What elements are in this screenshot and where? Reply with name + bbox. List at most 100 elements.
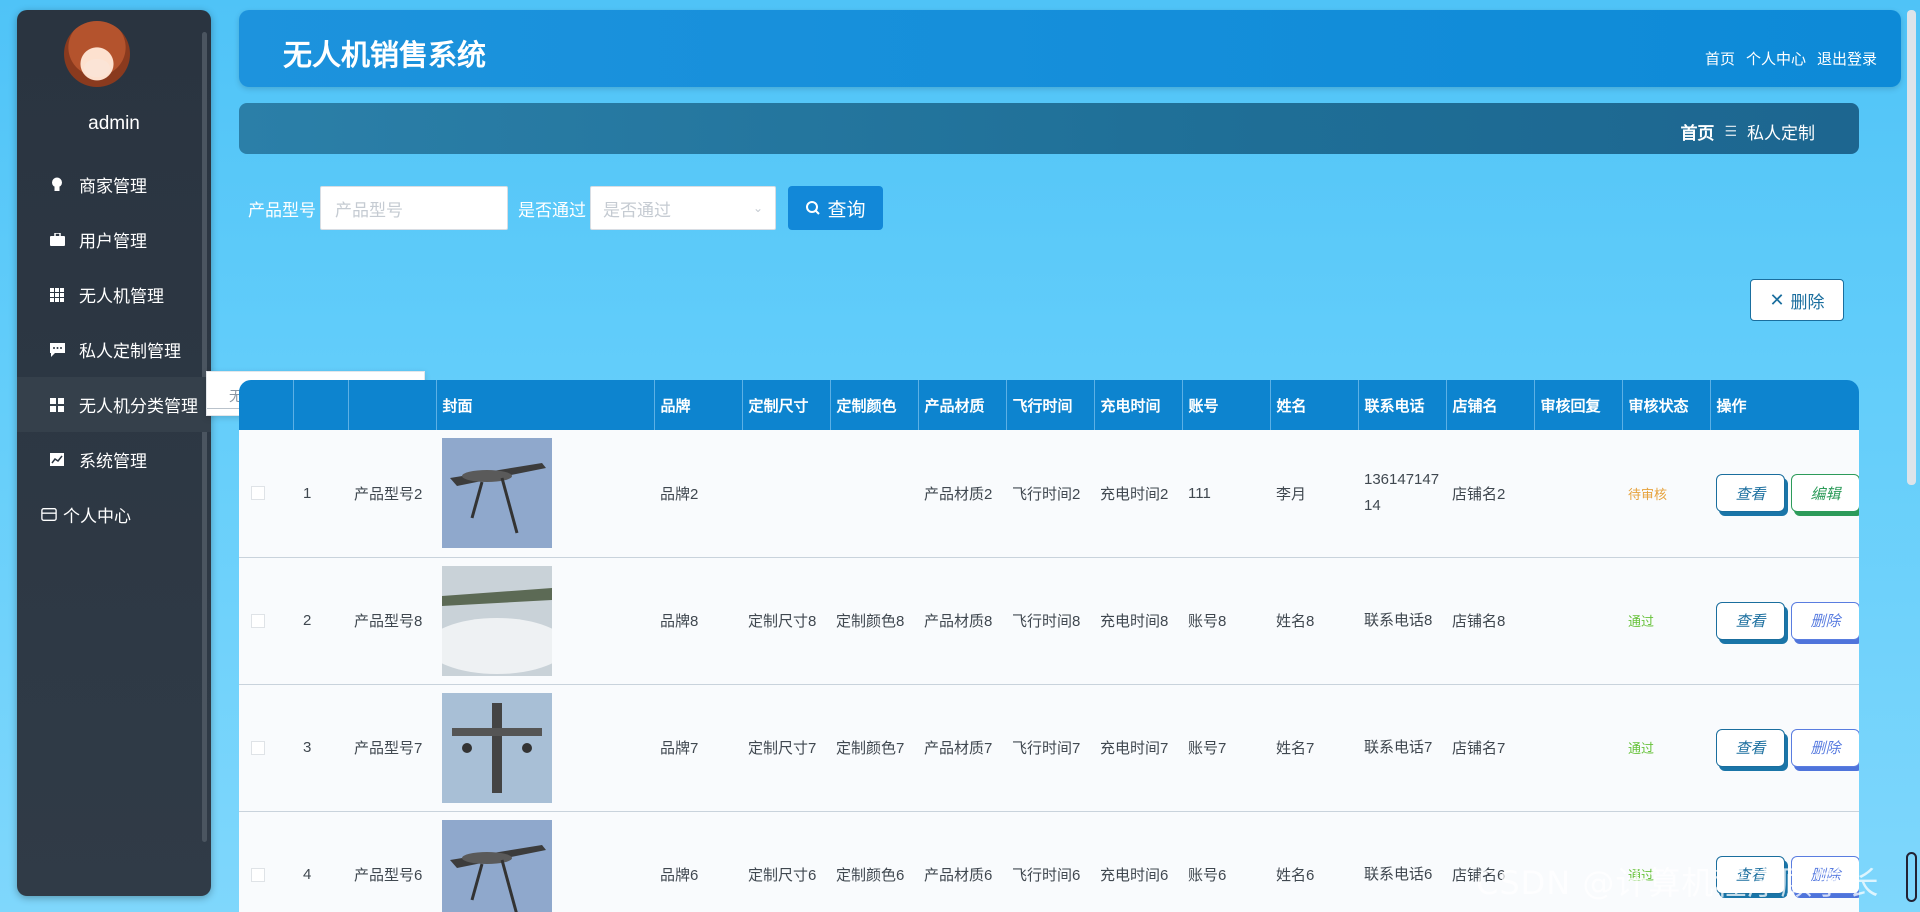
col-header: 定制颜色 — [830, 380, 919, 430]
header-link-logout[interactable]: 退出登录 — [1817, 48, 1877, 69]
chat-icon — [49, 342, 65, 358]
status-cell: 通过 — [1622, 557, 1710, 684]
breadcrumb-bar: 首页 ☰ 私人定制 — [239, 103, 1859, 154]
chart-icon — [49, 452, 65, 468]
model-cell: 产品型号6 — [354, 867, 423, 884]
ops-cell: 查看 编辑 — [1710, 430, 1859, 557]
apps-icon — [49, 397, 65, 413]
sidebar-menu: 商家管理 用户管理 无人机管理 私人定制管理 无人机分类管理 系统管理 个人中心 — [17, 157, 211, 542]
pass-select[interactable]: 是否通过 ⌄ — [590, 186, 776, 230]
size-cell — [742, 430, 830, 557]
row-checkbox-cell — [239, 430, 293, 557]
query-button[interactable]: 查询 — [788, 186, 883, 230]
name-cell: 姓名8 — [1276, 613, 1315, 630]
brand-cell: 品牌8 — [660, 613, 699, 630]
col-header: 充电时间 — [1094, 380, 1183, 430]
model-input[interactable]: 产品型号 — [320, 186, 508, 230]
search-form: 产品型号 产品型号 是否通过 是否通过 ⌄ 查询 — [248, 186, 883, 230]
delete-button[interactable]: 删除 — [1791, 728, 1859, 767]
status-cell: 通过 — [1622, 684, 1710, 811]
status-badge: 待审核 — [1628, 486, 1668, 502]
header-link-home[interactable]: 首页 — [1705, 48, 1735, 69]
page-scrollbar[interactable] — [1907, 10, 1916, 485]
breadcrumb: 首页 ☰ 私人定制 — [1680, 119, 1815, 144]
brand-cell: 品牌7 — [660, 740, 699, 757]
model-cell: 产品型号8 — [354, 613, 423, 630]
view-button[interactable]: 查看 — [1716, 474, 1785, 513]
row-checkbox[interactable] — [251, 740, 265, 755]
col-header: 操作 — [1710, 380, 1859, 430]
material-cell: 产品材质6 — [924, 867, 993, 884]
drone-cover-image — [442, 692, 552, 803]
index-cell: 3 — [303, 739, 312, 756]
size-cell: 定制尺寸6 — [748, 867, 817, 884]
sidebar-item-users[interactable]: 用户管理 — [17, 212, 211, 267]
col-header: 审核状态 — [1622, 380, 1711, 430]
grid-icon — [49, 287, 65, 303]
col-header: 定制尺寸 — [742, 380, 831, 430]
drone-cover-image — [442, 438, 552, 549]
sidebar-item-label: 商家管理 — [79, 177, 147, 196]
brand-cell: 品牌2 — [660, 485, 699, 503]
reply-cell — [1534, 557, 1622, 684]
name-cell: 姓名6 — [1276, 867, 1315, 884]
header-links: 首页 个人中心 退出登录 — [1705, 48, 1877, 69]
flight-time-cell: 飞行时间6 — [1012, 867, 1081, 884]
query-button-label: 查询 — [827, 199, 866, 221]
charge-time-cell: 充电时间8 — [1100, 613, 1169, 630]
row-checkbox[interactable] — [251, 486, 265, 501]
briefcase-icon — [49, 232, 65, 248]
edit-button[interactable]: 编辑 — [1791, 474, 1859, 513]
col-header: 飞行时间 — [1006, 380, 1095, 430]
table-row[interactable]: 3 产品型号7 品牌7 定制尺寸7 定制颜色7 产品材质7 飞行时间7 充电时间7 账号7 姓名7… — [239, 684, 1859, 811]
model-cell: 产品型号7 — [354, 740, 423, 757]
custom-order-table: 封面 品牌 定制尺寸 定制颜色 产品材质 飞行时间 充电时间 账号 姓名 联系电… — [239, 380, 1859, 912]
delete-button[interactable]: 删除 — [1791, 601, 1859, 640]
status-badge: 通过 — [1628, 614, 1655, 629]
sidebar-item-custom[interactable]: 私人定制管理 — [17, 322, 211, 377]
sidebar-item-drones[interactable]: 无人机管理 — [17, 267, 211, 322]
table-row[interactable]: 1 产品型号2 品牌2 产品材质2 飞行时间2 充电时间2 111 李月 13614714714… — [239, 430, 1859, 557]
sidebar-item-category[interactable]: 无人机分类管理 — [17, 377, 211, 432]
color-cell: 定制颜色8 — [836, 613, 905, 630]
shop-cell: 店铺名7 — [1452, 740, 1506, 757]
page-scrollbar-thumb[interactable] — [1906, 852, 1917, 902]
status-cell: 待审核 — [1622, 430, 1710, 557]
model-label: 产品型号 — [248, 200, 316, 220]
row-checkbox[interactable] — [251, 867, 265, 882]
cover-cell — [436, 430, 654, 557]
material-cell: 产品材质8 — [924, 613, 993, 630]
avatar[interactable] — [64, 21, 130, 87]
material-cell: 产品材质7 — [924, 740, 993, 757]
sidebar-item-profile[interactable]: 个人中心 — [17, 487, 211, 542]
account-cell: 账号6 — [1188, 867, 1227, 884]
col-header: 姓名 — [1270, 380, 1359, 430]
cover-cell — [436, 811, 654, 912]
sidebar-item-label: 私人定制管理 — [79, 342, 181, 361]
close-icon: ✕ — [1769, 289, 1785, 310]
row-checkbox[interactable] — [251, 613, 265, 628]
table-row[interactable]: 2 产品型号8 品牌8 定制尺寸8 定制颜色8 产品材质8 飞行时间8 充电时间8 账号8 姓名8… — [239, 557, 1859, 684]
view-button[interactable]: 查看 — [1716, 601, 1785, 640]
sidebar-item-system[interactable]: 系统管理 — [17, 432, 211, 487]
flight-time-cell: 飞行时间7 — [1012, 740, 1081, 757]
index-cell: 2 — [303, 612, 312, 629]
size-cell: 定制尺寸7 — [748, 740, 817, 757]
col-header: 店铺名 — [1446, 380, 1535, 430]
bulk-delete-button[interactable]: ✕ 删除 — [1750, 279, 1844, 321]
header-link-profile[interactable]: 个人中心 — [1746, 48, 1806, 69]
phone-cell: 联系电话7 — [1364, 738, 1433, 756]
view-button[interactable]: 查看 — [1716, 728, 1785, 767]
cover-cell — [436, 557, 654, 684]
shop-cell: 店铺名8 — [1452, 613, 1506, 630]
reply-cell — [1534, 430, 1622, 557]
sidebar-item-merchant[interactable]: 商家管理 — [17, 157, 211, 212]
pass-select-placeholder: 是否通过 — [603, 200, 671, 220]
breadcrumb-separator-icon: ☰ — [1724, 123, 1737, 139]
account-cell: 账号8 — [1188, 613, 1227, 630]
charge-time-cell: 充电时间7 — [1100, 740, 1169, 757]
breadcrumb-home[interactable]: 首页 — [1680, 119, 1714, 144]
col-header: 品牌 — [654, 380, 743, 430]
bulk-delete-label: 删除 — [1790, 292, 1825, 312]
color-cell — [830, 430, 918, 557]
